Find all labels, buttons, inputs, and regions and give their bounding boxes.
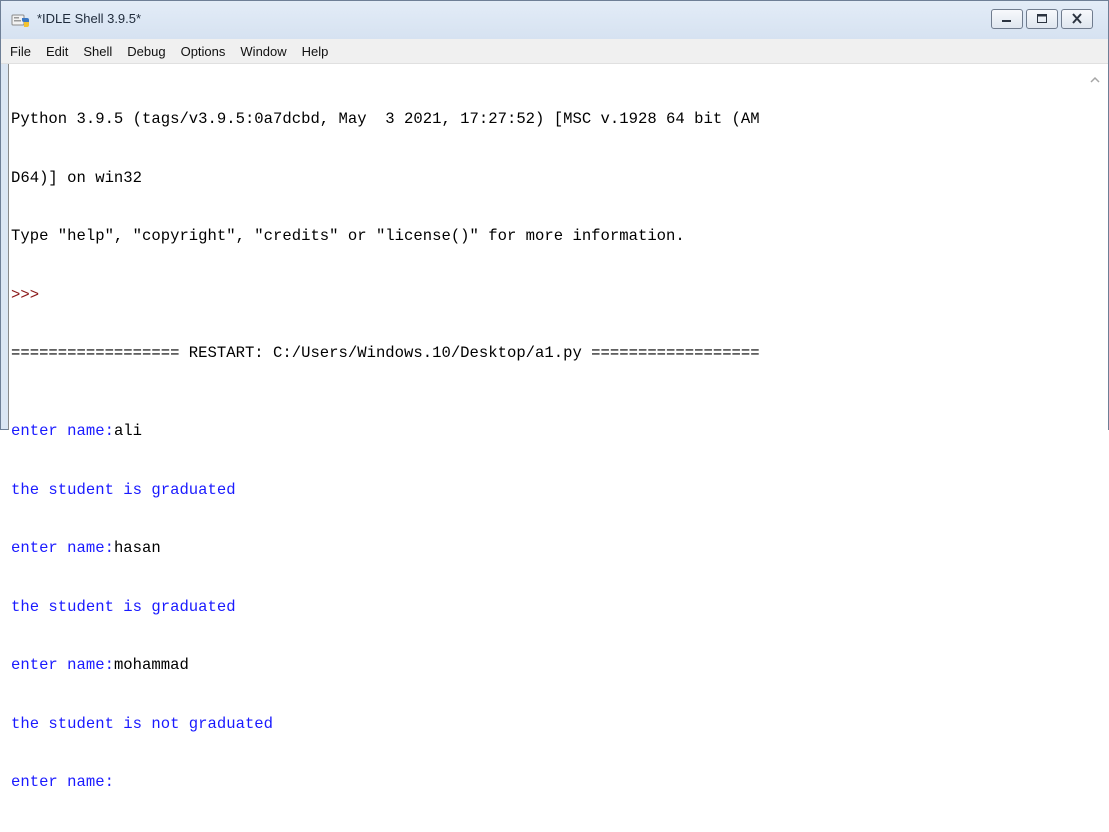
user-input: ali	[113, 422, 143, 440]
program-output: the student is graduated	[11, 597, 236, 616]
title-bar[interactable]: *IDLE Shell 3.9.5*	[1, 1, 1108, 39]
minimize-icon	[1002, 20, 1011, 22]
idle-shell-window: *IDLE Shell 3.9.5* File Edit Shell Debug…	[0, 0, 1109, 791]
input-line: enter name:hasan	[11, 539, 760, 559]
close-button[interactable]	[1061, 9, 1093, 29]
shell-text-area[interactable]: Python 3.9.5 (tags/v3.9.5:0a7dcbd, May 3…	[8, 64, 1082, 791]
user-input: hasan	[113, 539, 161, 557]
vertical-scrollbar[interactable]	[1082, 64, 1108, 430]
idle-python-icon	[11, 14, 29, 27]
input-line: enter name:	[11, 773, 760, 793]
banner-line: Python 3.9.5 (tags/v3.9.5:0a7dcbd, May 3…	[11, 110, 760, 128]
menu-edit[interactable]: Edit	[45, 44, 69, 59]
shell-prompt: >>>	[11, 285, 49, 304]
scroll-up-arrow-icon[interactable]	[1090, 76, 1100, 84]
close-icon	[1072, 13, 1082, 24]
menu-bar: File Edit Shell Debug Options Window Hel…	[1, 39, 1108, 64]
menu-shell[interactable]: Shell	[82, 44, 113, 59]
banner-line: Type "help", "copyright", "credits" or "…	[11, 227, 685, 245]
maximize-icon	[1037, 14, 1047, 23]
menu-file[interactable]: File	[9, 44, 32, 59]
input-line: enter name:ali	[11, 422, 760, 442]
user-input: mohammad	[113, 656, 189, 674]
input-prompt-text: enter name:	[11, 539, 114, 557]
menu-options[interactable]: Options	[180, 44, 227, 59]
input-line: enter name:mohammad	[11, 656, 760, 676]
menu-window[interactable]: Window	[239, 44, 287, 59]
minimize-button[interactable]	[991, 9, 1023, 29]
restart-line: ================== RESTART: C:/Users/Win…	[11, 344, 760, 362]
menu-debug[interactable]: Debug	[126, 44, 166, 59]
program-output: the student is graduated	[11, 480, 236, 499]
program-output: the student is not graduated	[11, 714, 274, 733]
banner-line: D64)] on win32	[11, 168, 143, 187]
shell-output: Python 3.9.5 (tags/v3.9.5:0a7dcbd, May 3…	[11, 71, 760, 832]
menu-help[interactable]: Help	[301, 44, 330, 59]
maximize-button[interactable]	[1026, 9, 1058, 29]
input-prompt-text: enter name:	[11, 656, 114, 674]
input-prompt-text: enter name:	[11, 773, 114, 791]
window-controls	[991, 9, 1093, 29]
input-prompt-text: enter name:	[11, 422, 114, 440]
window-title: *IDLE Shell 3.9.5*	[37, 11, 142, 26]
